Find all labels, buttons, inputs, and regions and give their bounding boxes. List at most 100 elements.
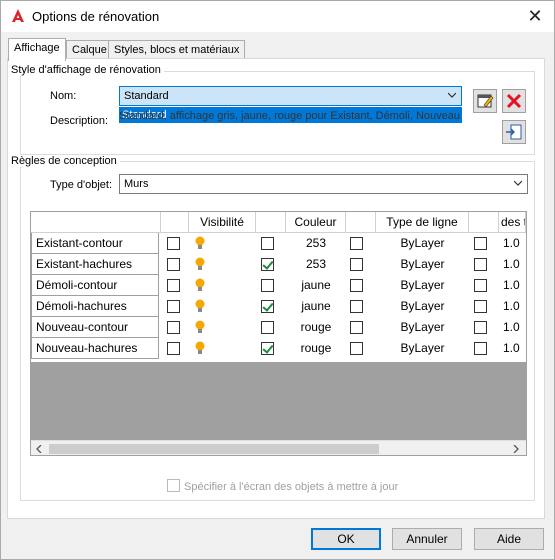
header-poids[interactable]: des ty <box>499 212 526 233</box>
linetype-checkbox[interactable] <box>350 300 363 313</box>
close-icon[interactable]: ✕ <box>525 7 545 27</box>
weight-value[interactable]: 1.0 <box>503 254 526 275</box>
linetype-value[interactable]: ByLayer <box>376 296 469 317</box>
chevron-down-icon <box>448 92 456 98</box>
name-combobox[interactable]: Standard <box>119 86 462 106</box>
weight-checkbox[interactable] <box>474 258 487 271</box>
table-row: Démoli-hachures jaune ByLayer 1.0 <box>31 296 526 317</box>
linetype-checkbox[interactable] <box>350 342 363 355</box>
weight-checkbox[interactable] <box>474 300 487 313</box>
color-value[interactable]: 253 <box>286 233 346 254</box>
color-value[interactable]: jaune <box>286 275 346 296</box>
options-dialog: Options de rénovation ✕ Affichage Calque… <box>0 0 555 560</box>
rules-grid: Visibilité Couleur Type de ligne des ty … <box>30 211 527 456</box>
header-spacer <box>161 212 189 233</box>
weight-checkbox[interactable] <box>474 321 487 334</box>
cancel-button[interactable]: Annuler <box>392 528 462 550</box>
table-row: Démoli-contour jaune ByLayer 1.0 <box>31 275 526 296</box>
tab-affichage[interactable]: Affichage <box>8 38 66 61</box>
help-button[interactable]: Aide <box>474 528 544 550</box>
description-label: Description: <box>50 115 109 127</box>
row-header[interactable]: Nouveau-hachures <box>31 338 159 359</box>
delete-style-button[interactable] <box>502 89 526 113</box>
color-checkbox[interactable] <box>261 258 274 271</box>
color-checkbox[interactable] <box>261 279 274 292</box>
table-row: Nouveau-contour rouge ByLayer 1.0 <box>31 317 526 338</box>
style-group-title: Style d'affichage de rénovation <box>8 64 164 76</box>
row-header[interactable]: Nouveau-contour <box>31 317 159 338</box>
row-header[interactable]: Existant-hachures <box>31 254 159 275</box>
header-type-ligne[interactable]: Type de ligne <box>376 212 469 233</box>
weight-checkbox[interactable] <box>474 237 487 250</box>
autocad-logo-icon <box>12 9 24 22</box>
color-checkbox[interactable] <box>261 342 274 355</box>
import-icon <box>506 124 522 140</box>
name-value: Standard <box>124 90 169 102</box>
color-checkbox[interactable] <box>261 300 274 313</box>
lightbulb-icon[interactable] <box>195 299 205 313</box>
linetype-value[interactable]: ByLayer <box>376 233 469 254</box>
lightbulb-icon[interactable] <box>195 320 205 334</box>
visibility-checkbox[interactable] <box>167 237 180 250</box>
weight-value[interactable]: 1.0 <box>503 338 526 359</box>
ok-button[interactable]: OK <box>311 528 381 550</box>
row-header[interactable]: Démoli-hachures <box>31 296 159 317</box>
weight-value[interactable]: 1.0 <box>503 296 526 317</box>
header-visibilite[interactable]: Visibilité <box>189 212 256 233</box>
visibility-checkbox[interactable] <box>167 279 180 292</box>
linetype-value[interactable]: ByLayer <box>376 275 469 296</box>
linetype-value[interactable]: ByLayer <box>376 254 469 275</box>
specify-checkbox-wrap[interactable]: Spécifier à l'écran des objets à mettre … <box>167 479 398 493</box>
linetype-checkbox[interactable] <box>350 279 363 292</box>
table-row: Nouveau-hachures rouge ByLayer 1.0 <box>31 338 526 359</box>
delete-x-icon <box>506 93 522 109</box>
rules-group-title: Règles de conception <box>8 155 120 167</box>
visibility-checkbox[interactable] <box>167 300 180 313</box>
title-bar: Options de rénovation ✕ <box>1 1 554 32</box>
description-value: Standard, affichage gris, jaune, rouge p… <box>119 111 460 122</box>
specify-checkbox[interactable] <box>167 479 180 492</box>
color-checkbox[interactable] <box>261 237 274 250</box>
scroll-thumb[interactable] <box>49 444 379 454</box>
linetype-value[interactable]: ByLayer <box>376 338 469 359</box>
lightbulb-icon[interactable] <box>195 341 205 355</box>
weight-value[interactable]: 1.0 <box>503 233 526 254</box>
row-header[interactable]: Existant-contour <box>31 233 159 254</box>
visibility-checkbox[interactable] <box>167 342 180 355</box>
scroll-left-icon[interactable] <box>35 445 43 453</box>
weight-checkbox[interactable] <box>474 279 487 292</box>
linetype-checkbox[interactable] <box>350 321 363 334</box>
color-value[interactable]: rouge <box>286 338 346 359</box>
specify-checkbox-label: Spécifier à l'écran des objets à mettre … <box>184 481 399 493</box>
lightbulb-icon[interactable] <box>195 236 205 250</box>
edit-style-icon <box>477 94 494 108</box>
weight-checkbox[interactable] <box>474 342 487 355</box>
visibility-checkbox[interactable] <box>167 258 180 271</box>
lightbulb-icon[interactable] <box>195 278 205 292</box>
import-style-button[interactable] <box>502 120 526 144</box>
row-header[interactable]: Démoli-contour <box>31 275 159 296</box>
linetype-checkbox[interactable] <box>350 258 363 271</box>
chevron-down-icon <box>514 180 522 186</box>
object-type-label: Type d'objet: <box>50 179 113 191</box>
horizontal-scrollbar[interactable] <box>31 440 526 455</box>
header-spacer <box>346 212 376 233</box>
lightbulb-icon[interactable] <box>195 257 205 271</box>
color-checkbox[interactable] <box>261 321 274 334</box>
header-spacer <box>256 212 286 233</box>
object-type-combobox[interactable]: Murs <box>119 174 528 194</box>
color-value[interactable]: jaune <box>286 296 346 317</box>
linetype-checkbox[interactable] <box>350 237 363 250</box>
visibility-checkbox[interactable] <box>167 321 180 334</box>
color-value[interactable]: rouge <box>286 317 346 338</box>
edit-style-button[interactable] <box>473 89 497 113</box>
grid-corner <box>31 212 161 233</box>
scroll-right-icon[interactable] <box>512 445 520 453</box>
window-title: Options de rénovation <box>32 9 160 24</box>
table-row: Existant-contour 253 ByLayer 1.0 <box>31 233 526 254</box>
weight-value[interactable]: 1.0 <box>503 275 526 296</box>
color-value[interactable]: 253 <box>286 254 346 275</box>
linetype-value[interactable]: ByLayer <box>376 317 469 338</box>
weight-value[interactable]: 1.0 <box>503 317 526 338</box>
header-couleur[interactable]: Couleur <box>286 212 346 233</box>
